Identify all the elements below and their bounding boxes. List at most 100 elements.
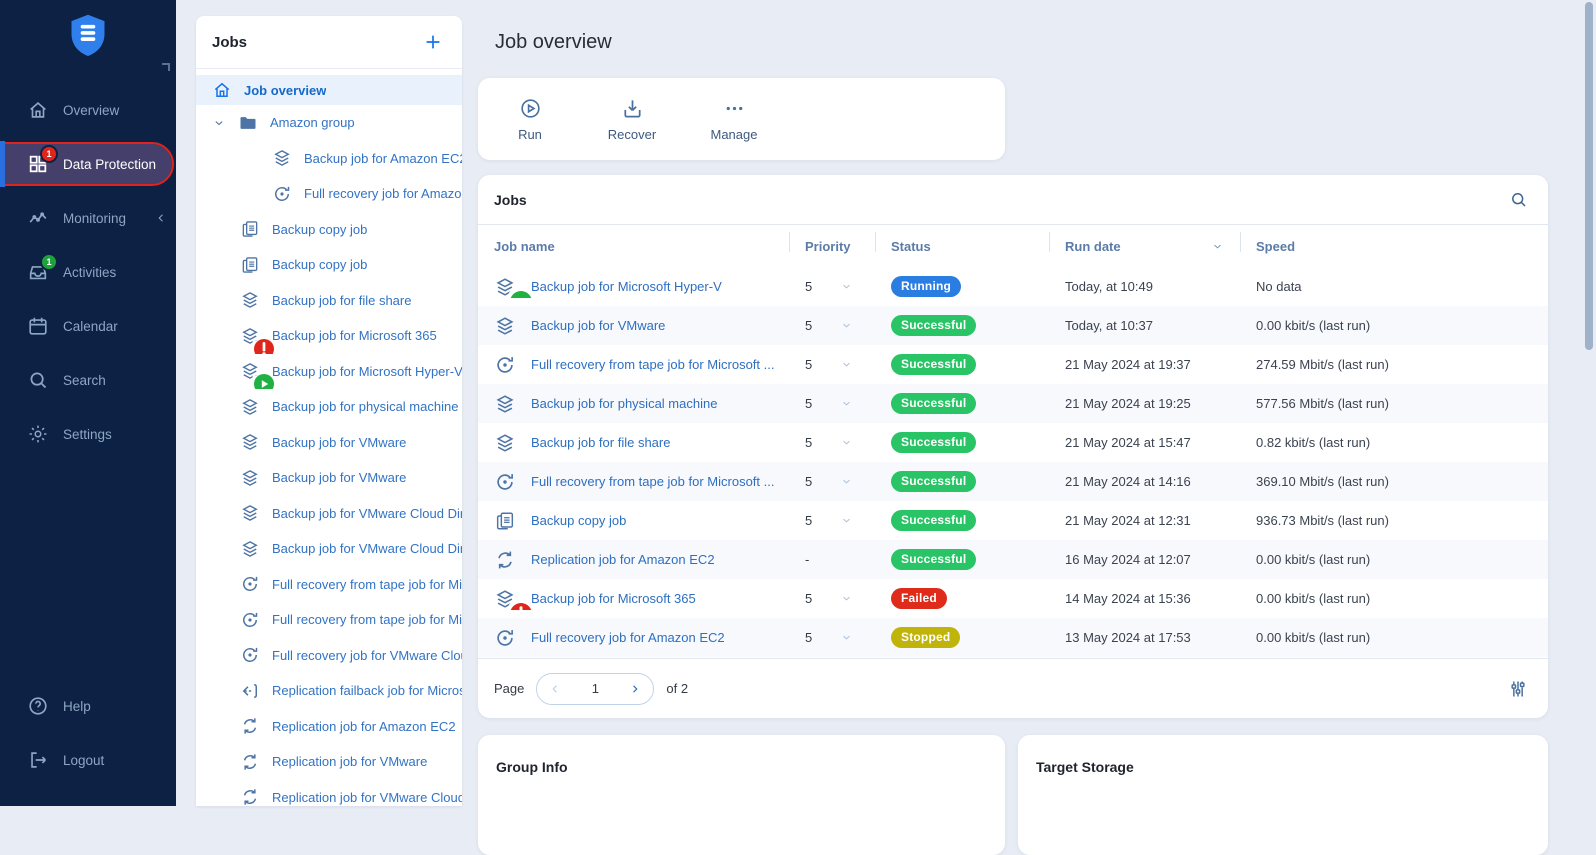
tree-item-replication-job-for-vmware[interactable]: Replication job for VMware [196,744,462,780]
tree-item-label: Replication job for VMware [272,754,427,769]
run-date: 14 May 2024 at 15:36 [1049,591,1240,606]
tree-item-backup-job-for-vmware-cloud-director[interactable]: Backup job for VMware Cloud Director [196,496,462,532]
recovery-job-icon [240,574,260,594]
tree-item-full-recovery-from-tape-job-for-microsoft-365[interactable]: Full recovery from tape job for Microsof… [196,567,462,603]
priority-dropdown-chevron-icon[interactable] [840,358,853,371]
job-name-link[interactable]: Backup job for Microsoft Hyper-V [531,279,722,294]
table-settings-sliders-icon[interactable] [1508,679,1528,699]
prev-page-button[interactable] [537,674,573,704]
run-button[interactable]: Run [492,97,568,142]
sidebar-item-label: Settings [63,427,112,442]
priority-dropdown-chevron-icon[interactable] [840,436,853,449]
table-row[interactable]: Backup job for Microsoft 3655Failed14 Ma… [478,579,1548,618]
tree-item-amazon-group[interactable]: Amazon group [196,105,462,141]
recover-button[interactable]: Recover [594,97,670,142]
add-job-button[interactable] [422,31,444,53]
tree-item-backup-job-for-amazon-ec2[interactable]: Backup job for Amazon EC2 [196,141,462,177]
priority-dropdown-chevron-icon[interactable] [840,631,853,644]
calendar-icon [27,315,49,337]
column-header-label: Job name [494,239,555,254]
backup-job-icon [240,326,260,346]
sidebar-item-help[interactable]: Help [0,686,176,726]
tree-item-full-recovery-from-tape-job-for-microsoft-365[interactable]: Full recovery from tape job for Microsof… [196,602,462,638]
speed-value: 0.00 kbit/s (last run) [1240,318,1532,333]
copy-job-icon [240,255,260,275]
column-header-run-date[interactable]: Run date [1049,225,1240,267]
tree-item-replication-job-for-vmware-cloud-director[interactable]: Replication job for VMware Cloud Directo… [196,780,462,807]
column-header-job-name[interactable]: Job name [494,225,789,267]
tree-item-backup-job-for-vmware[interactable]: Backup job for VMware [196,425,462,461]
table-row[interactable]: Replication job for Amazon EC2-Successfu… [478,540,1548,579]
tree-item-backup-job-for-physical-machine[interactable]: Backup job for physical machine [196,389,462,425]
tree-item-replication-failback-job-for-microsoft-hyper-v[interactable]: Replication failback job for Microsoft H… [196,673,462,709]
tree-item-replication-job-for-amazon-ec2[interactable]: Replication job for Amazon EC2 [196,709,462,745]
expander-chevron-down-icon[interactable] [212,116,226,130]
table-search-icon[interactable] [1509,190,1528,209]
table-row[interactable]: Backup job for VMware5SuccessfulToday, a… [478,306,1548,345]
job-name-link[interactable]: Full recovery from tape job for Microsof… [531,474,774,489]
priority-value: 5 [805,279,812,294]
action-label: Manage [711,127,758,142]
tree-item-job-overview[interactable]: Job overview [196,75,462,105]
priority-dropdown-chevron-icon[interactable] [840,397,853,410]
table-row[interactable]: Full recovery job for Amazon EC25Stopped… [478,618,1548,657]
sidebar-item-activities[interactable]: 1Activities [0,252,176,292]
sidebar-collapse-corner-icon[interactable] [162,63,170,71]
priority-dropdown-chevron-icon[interactable] [840,280,853,293]
priority-dropdown-chevron-icon[interactable] [840,592,853,605]
page-input[interactable] [573,681,617,696]
logout-icon [27,749,49,771]
table-row[interactable]: Backup job for physical machine5Successf… [478,384,1548,423]
tree-item-backup-job-for-microsoft-365[interactable]: Backup job for Microsoft 365 [196,318,462,354]
table-footer: Page of 2 [478,658,1548,718]
run-date: 21 May 2024 at 15:47 [1049,435,1240,450]
run-date: Today, at 10:49 [1049,279,1240,294]
job-name-link[interactable]: Backup job for physical machine [531,396,717,411]
page-scrollbar[interactable] [1585,2,1593,350]
job-name-link[interactable]: Full recovery from tape job for Microsof… [531,357,774,372]
tree-item-label: Backup job for VMware [272,470,406,485]
tree-item-backup-copy-job[interactable]: Backup copy job [196,212,462,248]
manage-button[interactable]: Manage [696,97,772,142]
tree-item-backup-job-for-microsoft-hyper-v[interactable]: Backup job for Microsoft Hyper-V [196,354,462,390]
priority-value: 5 [805,357,812,372]
column-header-status[interactable]: Status [875,225,1049,267]
tree-item-backup-job-for-vmware-cloud-director[interactable]: Backup job for VMware Cloud Director [196,531,462,567]
table-row[interactable]: Backup copy job5Successful21 May 2024 at… [478,501,1548,540]
next-page-button[interactable] [617,674,653,704]
job-name-link[interactable]: Replication job for Amazon EC2 [531,552,715,567]
job-name-link[interactable]: Backup job for file share [531,435,670,450]
priority-dropdown-chevron-icon[interactable] [840,514,853,527]
sidebar-item-logout[interactable]: Logout [0,740,176,780]
tree-item-backup-job-for-vmware[interactable]: Backup job for VMware [196,460,462,496]
tree-item-label: Full recovery from tape job for Microsof… [272,612,462,627]
table-row[interactable]: Backup job for file share5Successful21 M… [478,423,1548,462]
backup-job-icon [494,588,516,610]
tree-item-full-recovery-job-for-vmware-cloud-director[interactable]: Full recovery job for VMware Cloud Direc… [196,638,462,674]
table-row[interactable]: Backup job for Microsoft Hyper-V5Running… [478,267,1548,306]
job-name-link[interactable]: Backup job for VMware [531,318,665,333]
priority-dropdown-chevron-icon[interactable] [840,475,853,488]
collapse-chevron-icon[interactable] [154,211,168,225]
backup-job-icon [494,315,516,337]
table-row[interactable]: Full recovery from tape job for Microsof… [478,345,1548,384]
tree-item-label: Backup job for Microsoft 365 [272,328,437,343]
job-name-link[interactable]: Backup copy job [531,513,626,528]
tree-item-backup-job-for-file-share[interactable]: Backup job for file share [196,283,462,319]
sidebar-item-settings[interactable]: Settings [0,414,176,454]
table-row[interactable]: Full recovery from tape job for Microsof… [478,462,1548,501]
tree-item-full-recovery-job-for-amazon-ec2[interactable]: Full recovery job for Amazon EC2 [196,176,462,212]
column-header-speed[interactable]: Speed [1240,225,1532,267]
job-name-link[interactable]: Backup job for Microsoft 365 [531,591,696,606]
sidebar-item-search[interactable]: Search [0,360,176,400]
sidebar-item-overview[interactable]: Overview [0,90,176,130]
tree-item-backup-copy-job[interactable]: Backup copy job [196,247,462,283]
priority-dropdown-chevron-icon[interactable] [840,319,853,332]
sort-chevron-down-icon[interactable] [1211,240,1224,253]
sidebar-item-monitoring[interactable]: Monitoring [0,198,176,238]
sidebar-item-data-protection[interactable]: 1Data Protection [0,144,172,184]
sidebar-item-calendar[interactable]: Calendar [0,306,176,346]
job-name-link[interactable]: Full recovery job for Amazon EC2 [531,630,725,645]
column-header-priority[interactable]: Priority [789,225,875,267]
tree-item-label: Backup job for VMware Cloud Director [272,506,462,521]
